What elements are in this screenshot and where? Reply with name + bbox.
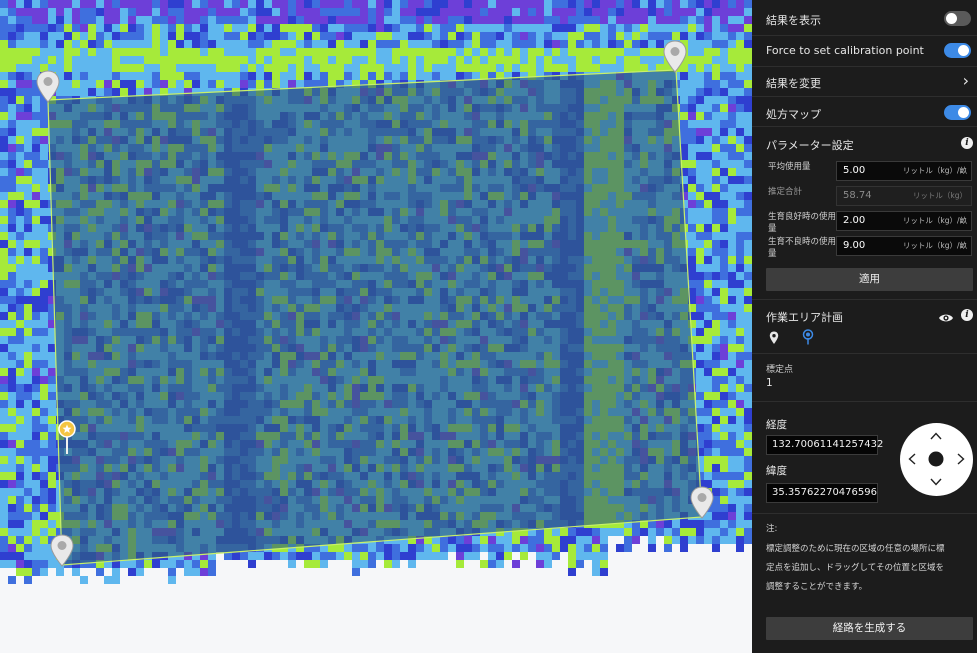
good-growth-label: 生育良好時の使用量 (768, 212, 837, 234)
calibration-point-section: 標定点 1 (752, 354, 977, 402)
generate-route-button[interactable]: 経路を生成する (766, 617, 973, 640)
show-result-row: 結果を表示 (752, 0, 977, 36)
note-line: 定点を追加し、ドラッグしてその位置と区域を (766, 563, 944, 573)
estimated-total-label: 推定合計 (768, 187, 803, 197)
note-title: 注: (766, 524, 778, 534)
direction-pad (900, 423, 973, 496)
apply-button[interactable]: 適用 (766, 268, 973, 291)
latitude-input[interactable]: 35.35762270476596 (766, 483, 878, 503)
show-result-label: 結果を表示 (766, 14, 821, 27)
prescription-map-label: 処方マップ (766, 108, 821, 121)
map-pin-icon[interactable] (49, 534, 75, 568)
eye-icon[interactable] (938, 309, 954, 322)
calibration-point-label: 標定点 (766, 365, 794, 375)
poor-growth-label: 生育不良時の使用量 (768, 237, 837, 259)
parameter-section: パラメーター設定 i 平均使用量 5.00 リットル（kg）/畝 推定合計 58… (752, 127, 977, 300)
map-pin-icon[interactable] (35, 70, 61, 104)
prescription-map-toggle[interactable] (944, 105, 971, 120)
calibration-pin-tool-icon[interactable] (802, 329, 814, 345)
prescription-map-raster (0, 0, 752, 584)
info-icon[interactable]: i (961, 137, 973, 149)
parameter-title: パラメーター設定 (766, 139, 854, 152)
prescription-map-row: 処方マップ (752, 97, 977, 127)
chevron-right-icon[interactable]: › (963, 73, 969, 89)
info-icon[interactable]: i (961, 309, 973, 321)
poor-growth-input[interactable]: 9.00 リットル（kg）/畝 (836, 236, 972, 256)
arrow-right-icon[interactable] (954, 452, 968, 466)
force-calibration-row: Force to set calibration point (752, 36, 977, 67)
note-line: 調整することができます。 (766, 582, 868, 592)
longitude-input[interactable]: 132.70061141257432 (766, 435, 883, 455)
force-calibration-toggle[interactable] (944, 43, 971, 58)
show-result-toggle[interactable] (944, 11, 971, 26)
change-result-label: 結果を変更 (766, 77, 821, 90)
center-dot-icon[interactable] (928, 451, 944, 467)
map-canvas[interactable] (0, 0, 752, 653)
latitude-label: 緯度 (766, 465, 787, 477)
force-calibration-label: Force to set calibration point (766, 44, 924, 57)
map-pin-icon[interactable] (689, 486, 715, 520)
settings-panel: 結果を表示 Force to set calibration point 結果を… (752, 0, 977, 653)
arrow-left-icon[interactable] (905, 452, 919, 466)
calibration-point-value: 1 (766, 377, 773, 389)
arrow-down-icon[interactable] (929, 475, 943, 489)
good-growth-input[interactable]: 2.00 リットル（kg）/畝 (836, 211, 972, 231)
arrow-up-icon[interactable] (929, 429, 943, 443)
note-section: 注: 標定調整のために現在の区域の任意の場所に標 定点を追加し、ドラッグしてその… (752, 514, 977, 604)
avg-usage-input[interactable]: 5.00 リットル（kg）/畝 (836, 161, 972, 181)
map-pin-icon[interactable] (662, 40, 688, 74)
star-pin-icon[interactable] (56, 419, 78, 455)
avg-usage-label: 平均使用量 (768, 162, 811, 172)
longitude-label: 経度 (766, 419, 787, 431)
estimated-total-field: 58.74 リットル（kg） (836, 186, 972, 206)
work-area-title: 作業エリア計画 (766, 311, 843, 324)
map-pin-tool-icon[interactable] (769, 330, 779, 344)
note-line: 標定調整のために現在の区域の任意の場所に標 (766, 544, 945, 554)
work-area-section: 作業エリア計画 i (752, 300, 977, 354)
change-result-row[interactable]: 結果を変更 › (752, 67, 977, 97)
